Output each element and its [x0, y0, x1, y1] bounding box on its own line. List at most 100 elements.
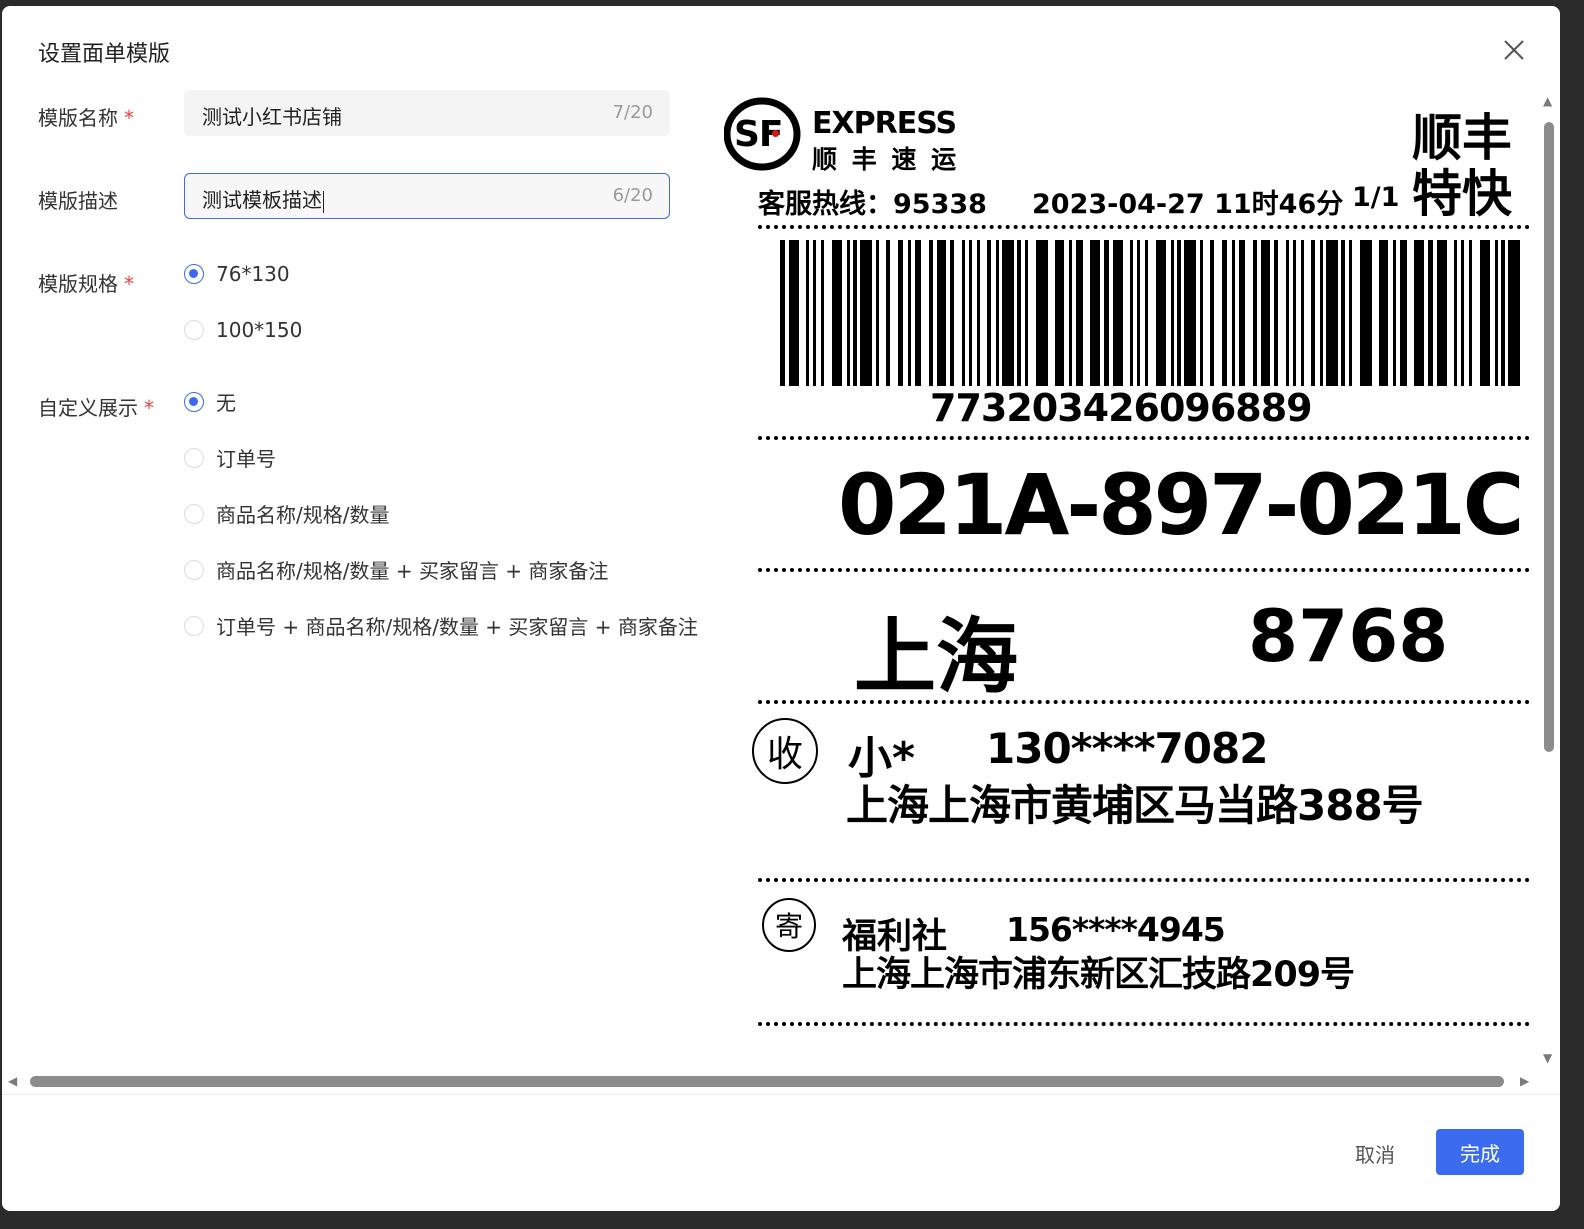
- scroll-right-arrow-icon[interactable]: ▶: [1520, 1074, 1529, 1088]
- route-code: 021A-897-021C: [838, 456, 1524, 554]
- barcode-bar: [1253, 240, 1257, 386]
- barcode-bar: [1469, 240, 1472, 386]
- recipient-address: 上海上海市黄埔区马当路388号: [846, 781, 1424, 830]
- barcode-bar: [1320, 240, 1323, 386]
- scroll-left-arrow-icon[interactable]: ◀: [8, 1074, 17, 1088]
- template-spec-label-text: 模版规格: [38, 272, 118, 296]
- divider: [758, 568, 1530, 572]
- custom-option-none[interactable]: 无: [184, 387, 236, 416]
- barcode-bar: [1454, 240, 1457, 386]
- barcode-bar: [1036, 240, 1048, 386]
- barcode-bar: [1113, 240, 1123, 386]
- barcode-bar: [1349, 240, 1352, 386]
- divider: [758, 700, 1530, 704]
- barcode-bar: [1400, 240, 1407, 386]
- barcode-bar: [1428, 240, 1433, 386]
- barcode-bar: [1301, 240, 1304, 386]
- barcode-bar: [853, 240, 857, 386]
- barcode-bar: [1069, 240, 1072, 386]
- barcode-bar: [1293, 240, 1296, 386]
- barcode-bar: [908, 240, 911, 386]
- horizontal-scrollbar-thumb[interactable]: [30, 1076, 1504, 1087]
- custom-option-label: 无: [216, 391, 236, 415]
- custom-option-label: 订单号 + 商品名称/规格/数量 + 买家留言 + 商家备注: [216, 615, 698, 639]
- barcode-bar: [1090, 240, 1100, 386]
- template-desc-value-text: 测试模板描述: [202, 188, 322, 212]
- template-name-count: 7/20: [612, 102, 653, 123]
- waybill-preview: SF EXPRESS 顺 丰 速 运 顺丰 特快 客服热线：95338 2023…: [720, 90, 1540, 1052]
- custom-option-label: 订单号: [216, 447, 276, 471]
- barcode-bar: [1326, 240, 1338, 386]
- template-settings-dialog: 设置面单模版 模版名称 * 测试小红书店铺 7/20 模版描述 测试模板描述 6/…: [2, 6, 1560, 1211]
- barcode-bar: [1171, 240, 1174, 386]
- cancel-button[interactable]: 取消: [1336, 1130, 1414, 1176]
- barcode-bar: [1495, 240, 1498, 386]
- barcode-bar: [1437, 240, 1447, 386]
- barcode-bar: [1414, 240, 1424, 386]
- template-desc-input[interactable]: 测试模板描述 6/20: [184, 173, 670, 219]
- barcode-bar: [789, 240, 799, 386]
- scroll-down-arrow-icon[interactable]: ▼: [1543, 1051, 1552, 1065]
- divider: [758, 878, 1530, 882]
- barcode-bar: [1508, 240, 1520, 386]
- barcode-bar: [1461, 240, 1464, 386]
- spec-option-76x130[interactable]: 76*130: [184, 262, 290, 286]
- divider: [758, 225, 1530, 229]
- barcode: [780, 240, 1520, 386]
- sf-logo-dot: [772, 130, 779, 137]
- barcode-bar: [1286, 240, 1289, 386]
- footer-divider: [2, 1094, 1560, 1095]
- logo-en: EXPRESS: [812, 106, 957, 141]
- barcode-bar: [1055, 240, 1064, 386]
- barcode-bar: [1177, 240, 1181, 386]
- text-caret: [323, 190, 324, 213]
- sender-mark: 寄: [762, 898, 816, 952]
- barcode-bar: [969, 240, 972, 386]
- recipient-phone: 130****7082: [986, 724, 1268, 773]
- confirm-button[interactable]: 完成: [1436, 1129, 1524, 1175]
- barcode-bar: [1232, 240, 1235, 386]
- template-desc-label: 模版描述: [38, 185, 118, 214]
- dest-code: 8768: [1248, 594, 1449, 678]
- recipient-mark: 收: [752, 718, 818, 784]
- vertical-scrollbar-thumb[interactable]: [1544, 122, 1554, 752]
- barcode-bar: [1130, 240, 1133, 386]
- tracking-number: 773203426096889: [930, 386, 1313, 430]
- spec-option-100x150[interactable]: 100*150: [184, 318, 302, 342]
- barcode-bar: [1184, 240, 1196, 386]
- scroll-up-arrow-icon[interactable]: ▲: [1543, 94, 1552, 108]
- barcode-bar: [1480, 240, 1490, 386]
- barcode-bar: [915, 240, 921, 386]
- barcode-bar: [996, 240, 999, 386]
- barcode-bar: [950, 240, 954, 386]
- barcode-bar: [1200, 240, 1203, 386]
- divider: [758, 1022, 1530, 1026]
- custom-option-all[interactable]: 订单号 + 商品名称/规格/数量 + 买家留言 + 商家备注: [184, 611, 698, 640]
- barcode-bar: [1274, 240, 1278, 386]
- barcode-bar: [1210, 240, 1214, 386]
- template-name-input[interactable]: 测试小红书店铺 7/20: [184, 90, 670, 136]
- custom-option-label: 商品名称/规格/数量 + 买家留言 + 商家备注: [216, 559, 609, 583]
- page-count: 1/1: [1352, 182, 1400, 213]
- barcode-bar: [1311, 240, 1315, 386]
- barcode-bar: [860, 240, 872, 386]
- barcode-bar: [1261, 240, 1270, 386]
- custom-display-label: 自定义展示 *: [38, 392, 154, 421]
- divider: [758, 436, 1530, 440]
- barcode-bar: [832, 240, 842, 386]
- barcode-bar: [1002, 240, 1014, 386]
- barcode-bar: [813, 240, 816, 386]
- barcode-bar: [937, 240, 946, 386]
- required-mark: *: [124, 272, 134, 296]
- dialog-title: 设置面单模版: [38, 42, 171, 67]
- custom-option-order-no[interactable]: 订单号: [184, 443, 276, 472]
- barcode-bar: [1137, 240, 1140, 386]
- close-icon[interactable]: [1500, 36, 1528, 64]
- required-mark: *: [144, 396, 154, 420]
- barcode-bar: [1076, 240, 1083, 386]
- barcode-bar: [1017, 240, 1021, 386]
- barcode-bar: [962, 240, 965, 386]
- custom-option-product-notes[interactable]: 商品名称/规格/数量 + 买家留言 + 商家备注: [184, 555, 608, 584]
- template-name-value: 测试小红书店铺: [202, 105, 342, 129]
- custom-option-product[interactable]: 商品名称/规格/数量: [184, 499, 389, 528]
